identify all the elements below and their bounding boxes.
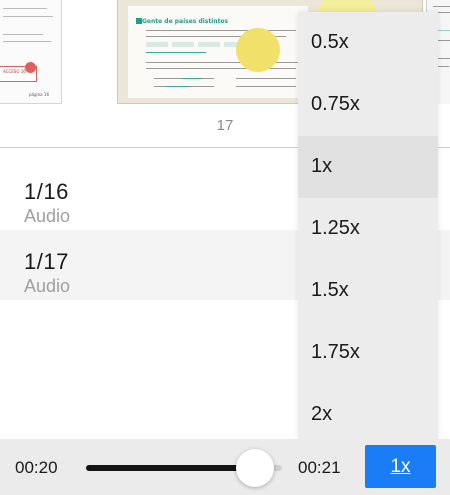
page-label: página 16 [29,92,49,97]
track-subtitle: Audio [24,206,71,226]
text-line [3,41,51,42]
word-chip [172,42,194,47]
playback-speed-button[interactable]: 1x [365,445,436,488]
speed-option-0.75x[interactable]: 0.75x [298,74,438,136]
text-line [146,30,296,31]
track-subtitle: Audio [24,276,71,296]
playback-speed-menu: 0.5x 0.75x 1x 1.25x 1.5x 1.75x 2x [298,12,438,439]
speed-option-label: 0.75x [311,93,360,115]
word-chip [146,42,168,47]
progress-fill [86,465,255,471]
text-line [236,78,296,79]
word-chip [198,42,220,47]
badge-circle-icon [25,62,36,73]
speed-option-label: 1.75x [311,341,360,363]
text-line [146,52,206,53]
callout-badge: ACCESO 16 [3,69,26,74]
audio-player-bar: 00:20 00:21 1x [0,439,450,495]
progress-slider-thumb[interactable] [236,449,274,487]
answer-line [166,86,190,87]
speed-option-2x[interactable]: 2x [298,384,438,446]
total-time: 00:21 [298,458,341,477]
speed-option-1.5x[interactable]: 1.5x [298,260,438,322]
track-title: 1/16 [24,179,69,204]
text-line [3,8,47,9]
text-line [3,16,53,17]
speed-option-1.25x[interactable]: 1.25x [298,198,438,260]
speed-option-1.75x[interactable]: 1.75x [298,322,438,384]
track-title: 1/17 [24,249,69,274]
text-line [3,34,43,35]
speed-option-label: 0.5x [311,31,349,53]
text-line [433,6,450,7]
speed-option-label: 1x [311,155,333,177]
exercise-panel: Gente de países distintos [128,6,308,98]
text-line [146,62,306,63]
speed-option-label: 2x [311,403,333,425]
section-title: Gente de países distintos [142,18,229,25]
speed-option-0.5x[interactable]: 0.5x [298,12,438,74]
speed-option-label: 1.25x [311,217,360,239]
answer-line [182,78,202,79]
text-line [236,86,296,87]
current-page-number: 17 [216,117,234,134]
decorative-blob [236,28,280,72]
speed-option-1x[interactable]: 1x [298,136,438,198]
current-time: 00:20 [15,458,58,477]
page-thumbnail-16[interactable]: ACCESO 16 página 16 [0,0,62,104]
speed-option-label: 1.5x [311,279,349,301]
text-line [146,68,296,69]
